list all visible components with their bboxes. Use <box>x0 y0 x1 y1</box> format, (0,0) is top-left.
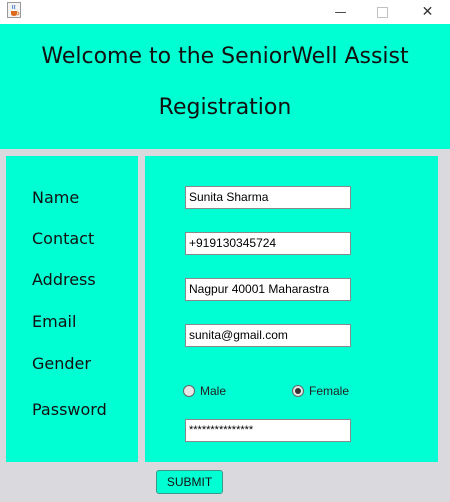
header-banner: Welcome to the SeniorWell Assist Registr… <box>0 24 450 149</box>
contact-label: Contact <box>32 229 95 248</box>
maximize-icon: □ <box>375 4 390 20</box>
gender-male-label: Male <box>200 384 227 398</box>
minimize-button[interactable]: — <box>318 0 363 24</box>
address-label: Address <box>32 270 96 289</box>
header-title: Welcome to the SeniorWell Assist <box>41 44 409 69</box>
contact-field[interactable]: +919130345724 <box>185 232 351 255</box>
maximize-button[interactable]: □ <box>360 0 405 24</box>
gender-female-radio[interactable]: Female <box>292 384 349 398</box>
address-field[interactable]: Nagpur 40001 Maharastra <box>185 278 351 301</box>
name-label: Name <box>32 188 80 207</box>
minimize-icon: — <box>334 5 347 19</box>
email-label: Email <box>32 312 77 331</box>
header-subtitle: Registration <box>158 95 292 120</box>
radio-unchecked-icon <box>183 385 195 397</box>
password-field[interactable]: *************** <box>185 419 351 442</box>
label-panel: Name Contact Address Email Gender Passwo… <box>6 156 138 462</box>
password-label: Password <box>32 400 107 419</box>
radio-checked-icon <box>292 385 304 397</box>
gender-male-radio[interactable]: Male <box>183 384 226 398</box>
gender-female-label: Female <box>309 384 350 398</box>
gender-label: Gender <box>32 354 91 373</box>
name-field[interactable]: Sunita Sharma <box>185 186 351 209</box>
submit-button[interactable]: SUBMIT <box>156 470 223 494</box>
email-field[interactable]: sunita@gmail.com <box>185 324 351 347</box>
title-bar: — □ ✕ <box>0 0 450 24</box>
close-button[interactable]: ✕ <box>405 0 450 24</box>
java-cup-icon <box>7 2 21 18</box>
close-icon: ✕ <box>421 4 434 20</box>
field-panel: Sunita Sharma +919130345724 Nagpur 40001… <box>145 156 438 462</box>
